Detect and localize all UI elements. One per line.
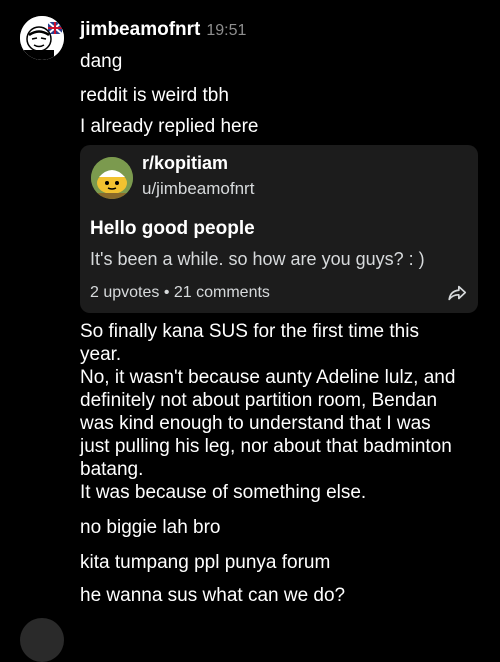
username[interactable]: jimbeamofnrt (80, 19, 200, 41)
subreddit-name[interactable]: r/kopitiam (142, 153, 228, 174)
message-line: was kind enough to understand that I was (80, 413, 431, 434)
message-line: So finally kana SUS for the first time t… (80, 321, 419, 342)
chat-message: reddit is weird tbh (80, 85, 229, 106)
chat-message-long: So finally kana SUS for the first time t… (80, 320, 485, 504)
post-stats: 2 upvotes • 21 comments (90, 284, 270, 301)
timestamp: 19:51 (206, 22, 247, 39)
message-line: year. (80, 344, 122, 365)
message-line: batang. (80, 459, 144, 480)
message-line: It was because of something else. (80, 482, 367, 503)
post-author[interactable]: u/jimbeamofnrt (142, 179, 254, 199)
chat-message: I already replied here (80, 116, 259, 137)
message-line: No, it wasn't because aunty Adeline lulz… (80, 367, 456, 388)
share-arrow-icon[interactable] (446, 282, 468, 304)
shared-post-card[interactable]: r/kopitiam u/jimbeamofnrt Hello good peo… (80, 145, 478, 313)
post-body: It's been a while. so how are you guys? … (90, 249, 425, 269)
message-header: jimbeamofnrt 19:51 (80, 19, 246, 45)
user-avatar[interactable] (20, 16, 64, 60)
subreddit-avatar (91, 157, 133, 199)
chat-message: no biggie lah bro (80, 517, 221, 538)
message-line: just pulling his leg, nor about that bad… (80, 436, 452, 457)
chat-message: dang (80, 51, 123, 72)
post-title: Hello good people (90, 218, 255, 239)
next-user-avatar[interactable] (20, 618, 64, 662)
chat-message: he wanna sus what can we do? (80, 585, 346, 606)
chat-message: kita tumpang ppl punya forum (80, 552, 331, 573)
message-line: definitely not about partition room, Ben… (80, 390, 438, 411)
